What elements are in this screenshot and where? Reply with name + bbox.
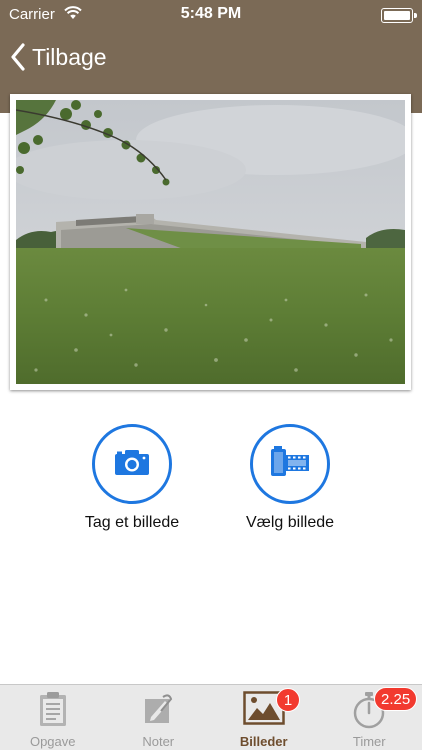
choose-photo-label: Vælg billede [245,514,335,531]
tab-opgave[interactable]: Opgave [0,685,106,750]
choose-photo-circle [250,424,330,504]
tab-label-timer: Timer [352,734,386,749]
back-button[interactable]: Tilbage [10,40,107,74]
tab-label-noter: Noter [142,734,175,749]
battery-icon [381,8,417,23]
tab-noter[interactable]: Noter [106,685,212,750]
choose-photo-button[interactable]: Vælg billede [215,424,365,532]
tab-billeder[interactable]: Billeder [211,685,317,750]
take-photo-label: Tag et billede [84,514,180,531]
timer-badge: 2.25 [374,687,418,711]
clipboard-icon [38,691,68,732]
photo-preview [10,94,411,390]
clock: 5:48 PM [180,5,242,22]
tab-label-billeder: Billeder [239,734,288,749]
chevron-left-icon [10,43,26,71]
status-bar: Carrier 5:48 PM [0,0,422,30]
take-photo-button[interactable]: Tag et billede [57,424,207,532]
back-label: Tilbage [32,43,107,70]
tab-bar: Opgave Noter Billeder Timer [0,684,422,750]
tab-label-opgave: Opgave [29,734,76,749]
billeder-badge: 1 [276,688,300,712]
film-roll-icon [270,445,310,483]
notes-icon [141,691,175,732]
landscape-photo [16,100,405,384]
take-photo-circle [92,424,172,504]
camera-icon [114,448,150,481]
